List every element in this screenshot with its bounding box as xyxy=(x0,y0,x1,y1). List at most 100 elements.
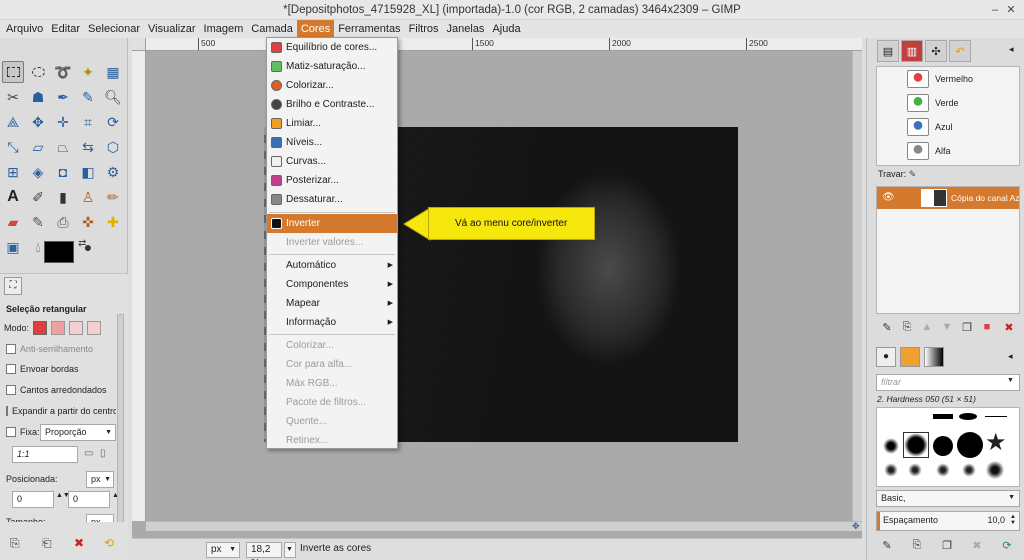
clone-tool-icon[interactable]: ⎙ xyxy=(52,211,74,233)
fixed-mode-select[interactable]: Proporção ▼ xyxy=(40,424,116,441)
ruler-corner-icon[interactable] xyxy=(132,38,146,51)
mode-intersect-icon[interactable] xyxy=(87,321,102,335)
mode-replace-icon[interactable] xyxy=(33,321,48,335)
new-brush-icon[interactable]: ⎘ xyxy=(908,536,926,554)
brush-preview[interactable] xyxy=(957,432,983,458)
position-y-input[interactable]: 0 xyxy=(68,491,110,508)
refresh-brushes-icon[interactable]: ⟳ xyxy=(998,536,1016,554)
horizontal-ruler[interactable]: 500 1000 1500 2000 2500 xyxy=(146,38,862,51)
close-button[interactable]: ✕ xyxy=(1004,3,1018,17)
brushes-tab-icon[interactable]: ● xyxy=(876,347,896,367)
brush-preview[interactable] xyxy=(985,460,1005,480)
channel-row[interactable]: Azul xyxy=(877,115,1019,139)
measure-tool-icon[interactable]: ⟁ xyxy=(2,111,24,133)
brush-preview[interactable]: ★ xyxy=(985,430,1007,456)
mode-subtract-icon[interactable] xyxy=(69,321,84,335)
menu-item-desaturate[interactable]: Dessaturar... xyxy=(267,190,397,209)
menu-camada[interactable]: Camada xyxy=(247,20,297,38)
restore-options-icon[interactable]: ⎗ xyxy=(42,536,52,551)
menu-item-max-rgb[interactable]: Máx RGB... xyxy=(267,374,397,393)
brush-preview[interactable] xyxy=(933,414,953,419)
ellipse-select-tool-icon[interactable] xyxy=(27,61,49,83)
paths-tab-icon[interactable]: ✣ xyxy=(925,40,947,62)
minimize-button[interactable]: – xyxy=(988,3,1002,17)
ratio-input[interactable]: 1:1 xyxy=(12,446,78,463)
mypaint-brush-tool-icon[interactable]: ✏ xyxy=(102,186,124,208)
align-tool-icon[interactable]: ✛ xyxy=(52,111,74,133)
lock-pixels-icon[interactable]: ✎ xyxy=(909,169,917,179)
brush-preview[interactable] xyxy=(907,462,923,478)
delete-options-icon[interactable]: ✖ xyxy=(74,536,84,550)
fixed-checkbox[interactable] xyxy=(6,427,16,437)
shear-tool-icon[interactable]: ▱ xyxy=(27,136,49,158)
menu-item-automatic[interactable]: Automático ▶ xyxy=(267,256,397,275)
rotate-tool-icon[interactable]: ⟳ xyxy=(102,111,124,133)
menu-visualizar[interactable]: Visualizar xyxy=(144,20,200,38)
brush-preview[interactable] xyxy=(961,462,977,478)
position-x-input[interactable]: 0 xyxy=(12,491,54,508)
text-tool-icon[interactable]: A xyxy=(2,186,24,208)
brush-filter-dropdown-icon[interactable]: ▼ xyxy=(1007,377,1014,384)
menu-item-retinex[interactable]: Retinex... xyxy=(267,431,397,450)
perspective-clone-tool-icon[interactable]: ✚ xyxy=(102,211,124,233)
duplicate-channel-icon[interactable]: ❐ xyxy=(958,318,976,336)
expand-center-checkbox[interactable] xyxy=(6,406,8,416)
tool-options-tab-icon[interactable]: ⛶ xyxy=(4,277,22,295)
menu-item-threshold[interactable]: Limiar... xyxy=(267,114,397,133)
menu-arquivo[interactable]: Arquivo xyxy=(2,20,47,38)
patterns-tab-icon[interactable] xyxy=(900,347,920,367)
vertical-scrollbar[interactable] xyxy=(852,51,862,521)
move-tool-icon[interactable]: ✥ xyxy=(27,111,49,133)
brushes-menu-icon[interactable]: ◂ xyxy=(1008,351,1013,362)
pencil-tool-icon[interactable]: ✎ xyxy=(27,211,49,233)
options-scrollbar[interactable] xyxy=(117,314,124,524)
edit-channel-icon[interactable]: ✎ xyxy=(878,318,896,336)
channel-row[interactable]: Verde xyxy=(877,91,1019,115)
menu-item-info[interactable]: Informação ▶ xyxy=(267,313,397,332)
menu-item-color-balance[interactable]: Equilíbrio de cores... xyxy=(267,38,397,57)
gradients-tab-icon[interactable] xyxy=(924,347,944,367)
new-channel-icon[interactable]: ⎘ xyxy=(898,318,916,336)
menu-imagem[interactable]: Imagem xyxy=(200,20,248,38)
ratio-landscape-icon[interactable]: ▭ xyxy=(84,448,93,459)
navigate-icon[interactable]: ✥ xyxy=(852,521,862,533)
eraser-tool-icon[interactable]: ▰ xyxy=(2,211,24,233)
ink-tool-icon[interactable]: ♙ xyxy=(77,186,99,208)
save-options-icon[interactable]: ⎘ xyxy=(10,536,20,551)
airbrush-tool-icon[interactable]: ▮ xyxy=(52,186,74,208)
duplicate-brush-icon[interactable]: ❐ xyxy=(938,536,956,554)
layer-row[interactable]: 👁︎ Cópia do canal Azul xyxy=(877,187,1019,209)
undo-history-tab-icon[interactable]: ↶ xyxy=(949,40,971,62)
brush-preview[interactable] xyxy=(883,462,899,478)
menu-item-brightness-contrast[interactable]: Brilho e Contraste... xyxy=(267,95,397,114)
crop-tool-icon[interactable]: ⌗ xyxy=(77,111,99,133)
brush-preview[interactable] xyxy=(959,413,977,420)
feather-checkbox[interactable] xyxy=(6,364,16,374)
brush-filter-input[interactable]: filtrar xyxy=(876,374,1020,391)
flip-tool-icon[interactable]: ⇆ xyxy=(77,136,99,158)
brush-preview[interactable] xyxy=(883,438,899,454)
paintbrush-tool-icon[interactable]: ✐ xyxy=(27,186,49,208)
mode-add-icon[interactable] xyxy=(51,321,66,335)
menu-item-levels[interactable]: Níveis... xyxy=(267,133,397,152)
scale-tool-icon[interactable]: ⤡ xyxy=(2,136,24,158)
foreground-color-swatch[interactable] xyxy=(44,241,74,263)
menu-item-colorize[interactable]: Colorizar... xyxy=(267,76,397,95)
vertical-ruler[interactable] xyxy=(132,51,146,521)
menu-janelas[interactable]: Janelas xyxy=(443,20,489,38)
menu-item-hue-saturation[interactable]: Matiz-saturação... xyxy=(267,57,397,76)
menu-filtros[interactable]: Filtros xyxy=(405,20,443,38)
lower-channel-icon[interactable]: ▼ xyxy=(938,318,956,336)
perspective-tool-icon[interactable]: ⏢ xyxy=(52,136,74,158)
select-by-color-tool-icon[interactable]: ▦ xyxy=(102,61,124,83)
spacing-slider[interactable]: Espaçamento 10,0 ▲ ▼ xyxy=(876,511,1020,531)
rounded-corners-checkbox[interactable] xyxy=(6,385,16,395)
foreground-select-tool-icon[interactable]: ☗ xyxy=(27,86,49,108)
zoom-field[interactable]: 18,2 % xyxy=(246,542,282,560)
color-picker-tool-icon[interactable]: ✎ xyxy=(77,86,99,108)
channel-to-selection-icon[interactable]: ■ xyxy=(978,318,996,336)
position-unit-select[interactable]: px ▼ xyxy=(86,471,114,488)
zoom-tool-icon[interactable]: 🔍︎ xyxy=(102,86,124,108)
dock-menu-icon[interactable]: ◂ xyxy=(1009,44,1014,55)
image-content[interactable] xyxy=(398,127,738,442)
